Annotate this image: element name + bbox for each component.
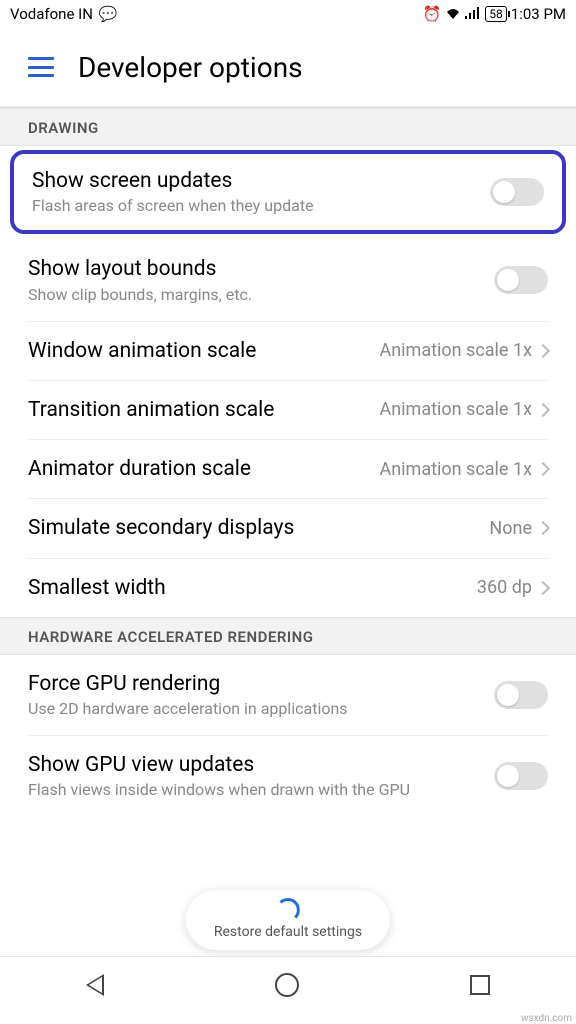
setting-window-animation-scale[interactable]: Window animation scale Animation scale 1… [0,322,576,380]
nav-recent-button[interactable] [470,975,490,995]
time-label: 1:03 PM [511,5,566,23]
setting-title: Window animation scale [28,338,379,364]
alarm-icon: ⏰ [423,5,442,23]
setting-title: Show layout bounds [28,256,494,282]
setting-simulate-secondary-displays[interactable]: Simulate secondary displays None [0,499,576,557]
loading-spinner-icon [276,898,300,922]
section-header-drawing: DRAWING [0,108,576,146]
wifi-icon [445,5,461,23]
setting-value: Animation scale 1x [379,340,532,361]
setting-subtitle: Flash views inside windows when drawn wi… [28,780,494,800]
setting-transition-animation-scale[interactable]: Transition animation scale Animation sca… [0,381,576,439]
setting-show-screen-updates[interactable]: Show screen updates Flash areas of scree… [14,154,562,230]
toggle-show-screen-updates[interactable] [490,178,544,206]
settings-list-hw: Force GPU rendering Use 2D hardware acce… [0,655,576,817]
carrier-label: Vodafone IN [10,5,93,23]
navigation-bar [0,956,576,1012]
page-title: Developer options [78,51,303,84]
restore-label: Restore default settings [214,924,362,940]
message-icon: 💬 [99,5,118,23]
signal-icon [465,5,481,23]
settings-list-drawing: Show screen updates Flash areas of scree… [0,150,576,617]
setting-show-gpu-view-updates[interactable]: Show GPU view updates Flash views inside… [0,736,576,816]
setting-value: None [489,518,532,539]
setting-force-gpu-rendering[interactable]: Force GPU rendering Use 2D hardware acce… [0,655,576,735]
setting-smallest-width[interactable]: Smallest width 360 dp [0,559,576,617]
status-bar: Vodafone IN 💬 ⏰ 58 1:03 PM [0,0,576,28]
menu-icon[interactable] [28,57,54,77]
setting-subtitle: Flash areas of screen when they update [32,196,490,216]
setting-title: Show GPU view updates [28,752,494,778]
chevron-right-icon [536,344,550,358]
setting-title: Show screen updates [32,168,490,194]
chevron-right-icon [536,521,550,535]
setting-value: 360 dp [477,577,532,598]
app-bar: Developer options [0,28,576,108]
nav-back-button[interactable] [86,974,104,996]
restore-default-settings-button[interactable]: Restore default settings [186,890,390,950]
battery-icon: 58 [485,6,507,22]
setting-value: Animation scale 1x [379,459,532,480]
toggle-gpu-view-updates[interactable] [494,762,548,790]
setting-show-layout-bounds[interactable]: Show layout bounds Show clip bounds, mar… [0,240,576,320]
setting-title: Animator duration scale [28,456,379,482]
watermark: wsxdn.com [521,1013,572,1024]
setting-title: Force GPU rendering [28,671,494,697]
status-right: ⏰ 58 1:03 PM [423,5,566,23]
nav-home-button[interactable] [275,973,299,997]
chevron-right-icon [536,403,550,417]
setting-title: Transition animation scale [28,397,379,423]
setting-subtitle: Use 2D hardware acceleration in applicat… [28,699,494,719]
setting-title: Smallest width [28,575,477,601]
section-header-hw-render: HARDWARE ACCELERATED RENDERING [0,617,576,655]
chevron-right-icon [536,581,550,595]
setting-title: Simulate secondary displays [28,515,489,541]
setting-value: Animation scale 1x [379,399,532,420]
toggle-show-layout-bounds[interactable] [494,266,548,294]
setting-animator-duration-scale[interactable]: Animator duration scale Animation scale … [0,440,576,498]
status-left: Vodafone IN 💬 [10,5,118,23]
highlighted-setting: Show screen updates Flash areas of scree… [10,150,566,234]
setting-subtitle: Show clip bounds, margins, etc. [28,285,494,305]
chevron-right-icon [536,462,550,476]
toggle-force-gpu[interactable] [494,681,548,709]
